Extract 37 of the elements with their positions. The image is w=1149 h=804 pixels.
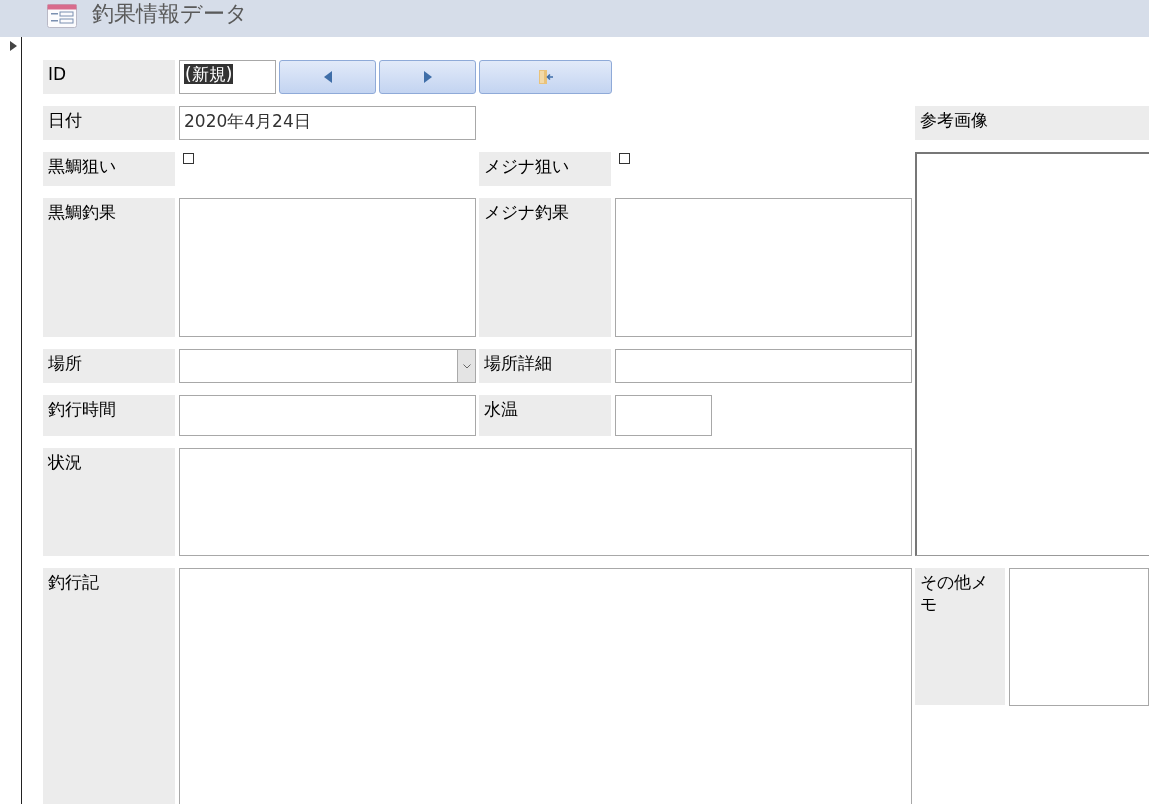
field-label: 日付	[43, 106, 175, 140]
form-title: 釣果情報データ	[92, 0, 248, 28]
form-icon	[47, 3, 77, 28]
field-label: メジナ釣果	[479, 198, 611, 337]
next-record-button[interactable]	[379, 60, 476, 94]
field-label: 黒鯛狙い	[43, 152, 175, 186]
field-label: メジナ狙い	[479, 152, 611, 186]
text-area[interactable]	[179, 448, 912, 556]
id-value: (新規)	[184, 64, 234, 84]
field-label: 釣行時間	[43, 395, 175, 436]
field-label: 釣行記	[43, 568, 175, 804]
field-label: 水温	[479, 395, 611, 436]
combo-box[interactable]	[179, 349, 476, 383]
field-label: 参考画像	[915, 106, 1149, 140]
exit-door-icon	[537, 69, 554, 85]
previous-record-button[interactable]	[279, 60, 376, 94]
id-field[interactable]: (新規)	[179, 60, 276, 94]
text-area[interactable]	[615, 198, 912, 337]
field-label: 状況	[43, 448, 175, 556]
field-label: 場所詳細	[479, 349, 611, 383]
checkbox[interactable]	[619, 153, 630, 164]
text-field[interactable]	[615, 349, 912, 383]
field-label: 黒鯛釣果	[43, 198, 175, 337]
text-field[interactable]	[179, 395, 476, 436]
checkbox[interactable]	[183, 153, 194, 164]
close-button[interactable]	[479, 60, 612, 94]
previous-icon	[323, 71, 332, 83]
next-icon	[423, 71, 432, 83]
field-label: 場所	[43, 349, 175, 383]
chevron-down-icon	[462, 363, 471, 369]
date-field[interactable]: 2020年4月24日	[179, 106, 476, 140]
text-area[interactable]	[1009, 568, 1149, 706]
field-label: その他メモ	[915, 568, 1005, 705]
text-field[interactable]	[615, 395, 712, 436]
text-area[interactable]	[179, 198, 476, 337]
dropdown-button[interactable]	[457, 350, 475, 382]
field-label: ID	[43, 60, 175, 94]
